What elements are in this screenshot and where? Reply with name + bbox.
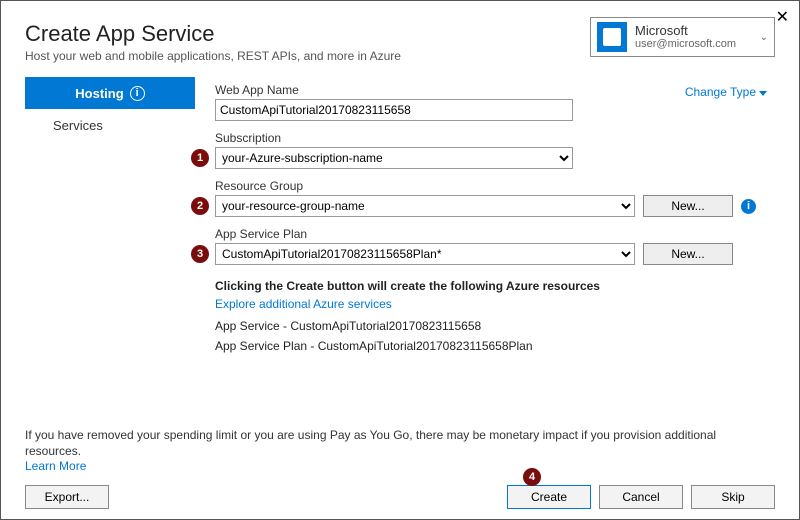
chevron-down-icon: [759, 91, 767, 96]
tab-hosting[interactable]: Hosting i: [25, 77, 195, 109]
chevron-down-icon: ⌄: [760, 32, 768, 43]
sidebar: Hosting i Services: [25, 77, 195, 359]
create-button[interactable]: Create: [507, 485, 591, 509]
resource-group-label: Resource Group: [215, 179, 775, 193]
callout-badge-4: 4: [523, 468, 541, 486]
account-name: Microsoft: [635, 23, 752, 39]
create-app-service-dialog: ✕ Create App Service Host your web and m…: [0, 0, 800, 520]
learn-more-link[interactable]: Learn More: [25, 459, 86, 473]
callout-badge-3: 3: [191, 245, 209, 263]
footer: If you have removed your spending limit …: [25, 428, 775, 509]
app-service-plan-label: App Service Plan: [215, 227, 775, 241]
web-app-name-input[interactable]: [215, 99, 573, 121]
callout-badge-1: 1: [191, 149, 209, 167]
disclaimer: If you have removed your spending limit …: [25, 428, 775, 475]
summary-line-app-service: App Service - CustomApiTutorial201708231…: [215, 319, 775, 333]
tab-label: Services: [53, 118, 103, 133]
export-button[interactable]: Export...: [25, 485, 109, 509]
summary-block: Clicking the Create button will create t…: [215, 279, 775, 353]
info-icon[interactable]: i: [741, 199, 756, 214]
subscription-select[interactable]: your-Azure-subscription-name: [215, 147, 573, 169]
explore-services-link[interactable]: Explore additional Azure services: [215, 297, 775, 311]
skip-button[interactable]: Skip: [691, 485, 775, 509]
summary-heading: Clicking the Create button will create t…: [215, 279, 775, 293]
info-icon: i: [130, 86, 145, 101]
subscription-label: Subscription: [215, 131, 775, 145]
app-service-plan-select[interactable]: CustomApiTutorial20170823115658Plan*: [215, 243, 635, 265]
form-area: Web App Name Change Type Subscription 1 …: [195, 77, 775, 359]
close-icon[interactable]: ✕: [776, 7, 789, 27]
callout-badge-2: 2: [191, 197, 209, 215]
tab-services[interactable]: Services: [25, 109, 195, 141]
web-app-name-label: Web App Name: [215, 83, 299, 97]
new-app-service-plan-button[interactable]: New...: [643, 243, 733, 265]
account-email: user@microsoft.com: [635, 38, 752, 51]
resource-group-select[interactable]: your-resource-group-name: [215, 195, 635, 217]
account-picker[interactable]: Microsoft user@microsoft.com ⌄: [590, 17, 775, 57]
microsoft-logo-icon: [597, 22, 627, 52]
summary-line-app-service-plan: App Service Plan - CustomApiTutorial2017…: [215, 339, 775, 353]
cancel-button[interactable]: Cancel: [599, 485, 683, 509]
change-type-link[interactable]: Change Type: [685, 85, 767, 99]
new-resource-group-button[interactable]: New...: [643, 195, 733, 217]
tab-label: Hosting: [75, 86, 123, 101]
